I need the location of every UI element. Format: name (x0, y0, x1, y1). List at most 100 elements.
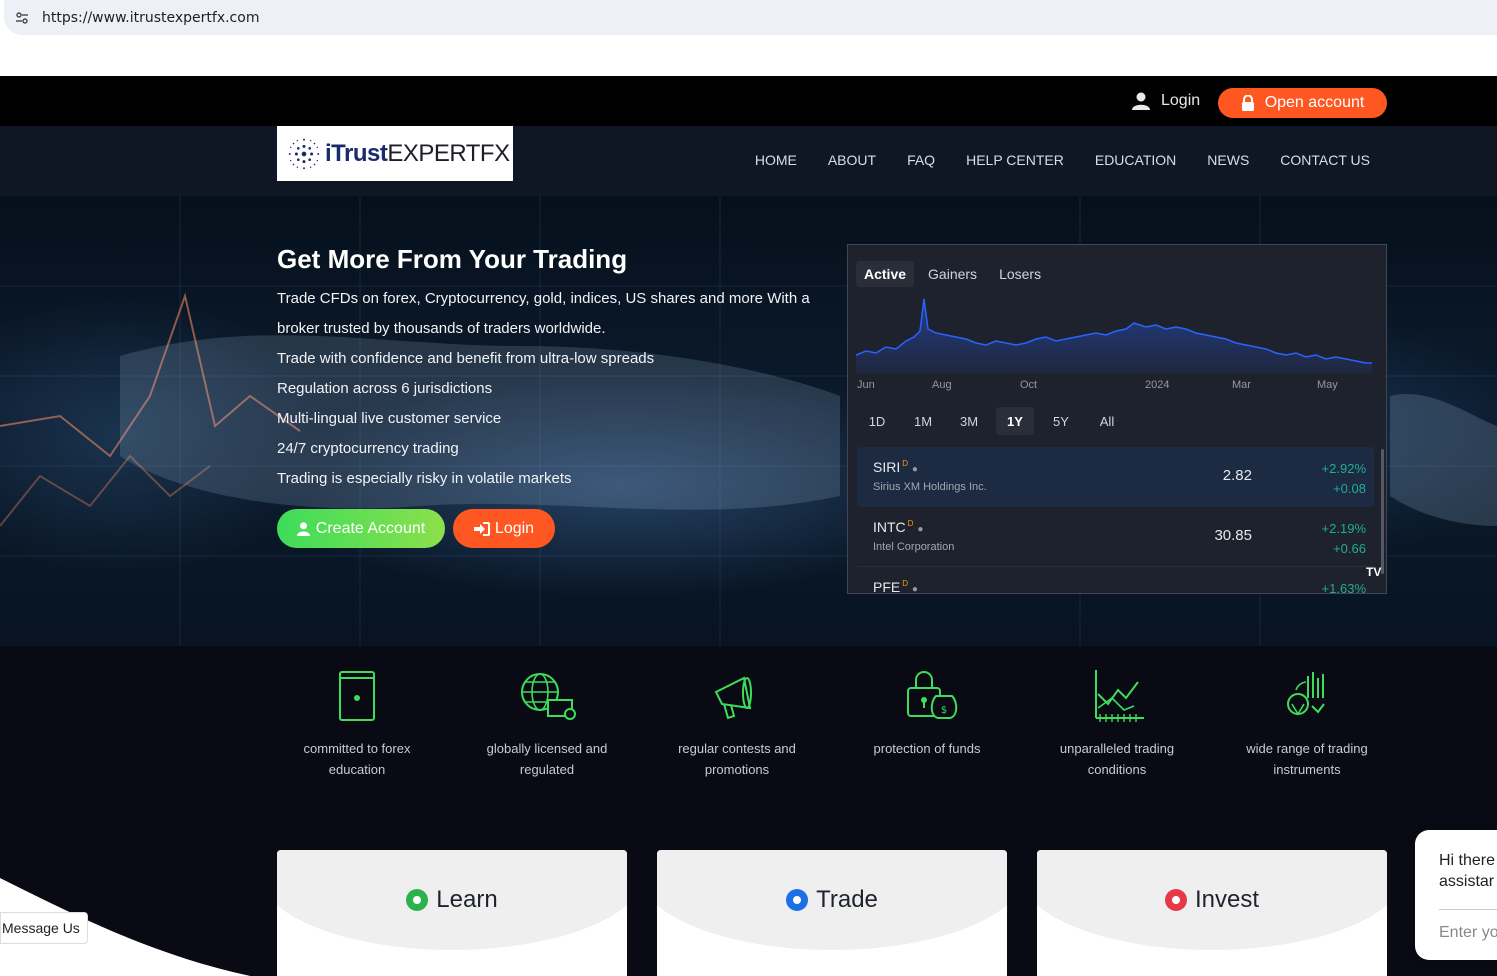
nav-help-center[interactable]: HELP CENTER (966, 152, 1064, 168)
x-label: 2024 (1145, 379, 1170, 391)
price-value: 30.85 (1214, 527, 1252, 544)
feature-item: $ protection of funds (847, 668, 1007, 759)
logo-starburst-icon (288, 138, 320, 169)
lock-icon (1241, 95, 1254, 111)
red-dot-icon (1164, 889, 1187, 911)
range-all[interactable]: All (1088, 407, 1126, 435)
ticker-text: SIRI (873, 459, 901, 475)
nav-about[interactable]: ABOUT (828, 152, 876, 168)
company-name: Intel Corporation (873, 541, 955, 553)
tab-losers[interactable]: Losers (991, 261, 1049, 287)
hero-line: Trade with confidence and benefit from u… (277, 350, 655, 367)
price-area-chart[interactable] (856, 293, 1372, 373)
hero-line: Trade CFDs on forex, Cryptocurrency, gol… (277, 290, 810, 337)
feature-item: committed to forex education (277, 668, 437, 780)
price-value: 2.82 (1222, 467, 1252, 484)
chat-input[interactable]: Enter yo (1439, 924, 1497, 942)
card-trade[interactable]: Trade (657, 850, 1007, 976)
url-text[interactable]: https://www.itrustexpertfx.com (42, 10, 259, 26)
company-name: Sirius XM Holdings Inc. (873, 481, 987, 493)
tab-gainers[interactable]: Gainers (920, 261, 985, 287)
feature-item: unparalleled trading conditions (1037, 668, 1197, 780)
range-5y[interactable]: 5Y (1042, 407, 1080, 435)
user-icon (296, 521, 310, 536)
green-dot-icon (406, 889, 429, 911)
features-section: committed to forex education globally li… (0, 646, 1497, 976)
feature-item: wide range of trading instruments (1227, 668, 1387, 780)
card-title: Learn (277, 886, 627, 914)
feature-item: globally licensed and regulated (467, 668, 627, 780)
card-invest[interactable]: Invest (1037, 850, 1387, 976)
range-1y[interactable]: 1Y (996, 407, 1034, 435)
browser-address-bar[interactable]: https://www.itrustexpertfx.com (4, 0, 1497, 35)
card-title-text: Invest (1194, 886, 1260, 913)
card-title-text: Learn (436, 886, 498, 913)
svg-text:$: $ (941, 705, 947, 716)
nav-links: HOME ABOUT FAQ HELP CENTER EDUCATION NEW… (755, 152, 1370, 168)
card-title: Invest (1037, 886, 1387, 914)
nav-home[interactable]: HOME (755, 152, 797, 168)
hero-line: Trading is especially risky in volatile … (277, 470, 572, 487)
symbol-row-intc[interactable]: INTC D ● Intel Corporation 30.85 +2.19% +0… (857, 507, 1374, 567)
site-logo[interactable]: iTrustEXPERTFX (277, 126, 513, 181)
nav-education[interactable]: EDUCATION (1095, 152, 1176, 168)
nav-contact-us[interactable]: CONTACT US (1280, 152, 1370, 168)
ticker-text: PFE (873, 579, 901, 594)
trading-chart-icon (1095, 670, 1144, 722)
feature-item: regular contests and promotions (657, 668, 817, 780)
range-1d[interactable]: 1D (858, 407, 896, 435)
hero-login-button[interactable]: Login (453, 509, 555, 548)
create-account-button[interactable]: Create Account (277, 509, 445, 548)
feature-label: globally licensed and regulated (486, 741, 608, 777)
range-1m[interactable]: 1M (904, 407, 942, 435)
x-label: Aug (932, 379, 952, 391)
sign-in-icon (473, 521, 490, 536)
card-title-text: Trade (816, 886, 878, 913)
tradingview-logo-icon[interactable]: TV (1366, 565, 1381, 579)
change-percent: +1.63% (1321, 581, 1366, 594)
chat-widget[interactable]: Hi there assistar Enter yo (1415, 830, 1497, 960)
chat-greeting: Hi there assistar (1439, 850, 1495, 892)
hero-line: Regulation across 6 jurisdictions (277, 380, 493, 397)
change-values: +2.19% +0.66 (1322, 519, 1366, 559)
blue-dot-icon (786, 889, 809, 911)
symbol-ticker: SIRI D ● (873, 459, 918, 475)
chart-x-axis: Jun Aug Oct 2024 Mar May (856, 379, 1372, 393)
book-icon (339, 671, 375, 721)
change-absolute: +0.08 (1333, 481, 1366, 496)
nav-faq[interactable]: FAQ (907, 152, 935, 168)
tab-active[interactable]: Active (856, 261, 915, 287)
x-label: Oct (1020, 379, 1038, 391)
top-login-link[interactable]: Login (1131, 92, 1200, 110)
feature-label: unparalleled trading conditions (1059, 741, 1175, 777)
change-values: +2.92% +0.08 (1322, 459, 1366, 499)
top-login-label: Login (1161, 92, 1201, 109)
card-title: Trade (657, 886, 1007, 914)
logo-text: iTrustEXPERTFX (325, 139, 510, 167)
open-account-button[interactable]: Open account (1218, 88, 1387, 118)
x-label: Mar (1232, 379, 1251, 391)
feature-label: protection of funds (873, 741, 981, 756)
message-us-button[interactable]: Message Us (0, 912, 88, 944)
symbol-ticker: INTC D ● (873, 519, 923, 535)
ticker-text: INTC (873, 519, 906, 535)
feature-label: committed to forex education (303, 741, 411, 777)
main-navbar: iTrustEXPERTFX HOME ABOUT FAQ HELP CENTE… (0, 126, 1497, 196)
hero-login-label: Login (494, 519, 535, 537)
x-label: May (1317, 379, 1338, 391)
symbol-list: SIRI D ● Sirius XM Holdings Inc. 2.82 +2.… (857, 447, 1374, 594)
area-fill (856, 299, 1372, 373)
delayed-flag: D (902, 579, 909, 589)
symbol-row-pfe[interactable]: PFE D ● +1.63% (857, 567, 1374, 594)
open-account-label: Open account (1264, 94, 1365, 111)
list-scrollbar[interactable] (1381, 449, 1384, 574)
range-3m[interactable]: 3M (950, 407, 988, 435)
feature-label: wide range of trading instruments (1246, 741, 1368, 777)
symbol-row-siri[interactable]: SIRI D ● Sirius XM Holdings Inc. 2.82 +2.… (857, 447, 1374, 507)
nav-news[interactable]: NEWS (1207, 152, 1249, 168)
site-settings-icon[interactable] (14, 10, 30, 26)
x-label: Jun (857, 379, 875, 391)
card-learn[interactable]: Learn (277, 850, 627, 976)
delayed-flag: D (907, 519, 914, 529)
delayed-flag: D (902, 459, 909, 469)
